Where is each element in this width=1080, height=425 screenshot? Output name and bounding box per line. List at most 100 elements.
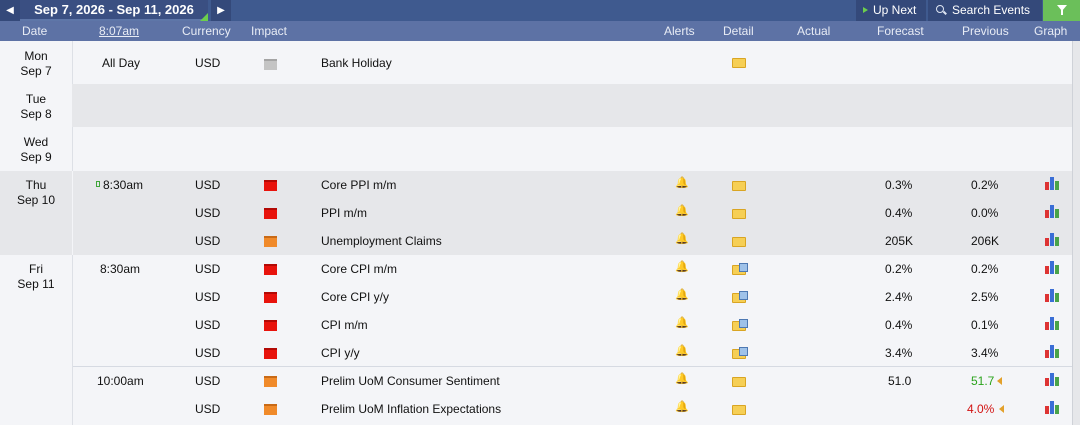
- vertical-scrollbar[interactable]: [1072, 41, 1080, 425]
- folder-icon[interactable]: [732, 405, 746, 415]
- day-row-tue: Tue Sep 8: [0, 84, 1072, 127]
- event-currency: USD: [195, 262, 221, 276]
- bar-chart-icon[interactable]: [1045, 233, 1059, 246]
- calendar-toolbar: ◀ Sep 7, 2026 - Sep 11, 2026 ▶ Up Next S…: [0, 0, 1080, 21]
- bar-chart-icon[interactable]: [1045, 401, 1059, 414]
- event-title[interactable]: Unemployment Claims: [321, 234, 442, 248]
- bar-chart-icon[interactable]: [1045, 317, 1059, 330]
- day-row-fri: Fri Sep 11 8:30am USD Core CPI m/m 🔔 0.2…: [0, 255, 1072, 425]
- bar-chart-icon[interactable]: [1045, 205, 1059, 218]
- revision-arrow-icon: [999, 405, 1004, 413]
- day-date: Sep 11: [17, 277, 55, 291]
- event-forecast: 2.4%: [885, 290, 913, 304]
- day-date: Sep 8: [20, 107, 52, 121]
- folder-document-icon[interactable]: [732, 291, 748, 303]
- event-title[interactable]: Bank Holiday: [321, 56, 392, 70]
- folder-icon[interactable]: [732, 377, 746, 387]
- event-title[interactable]: Core CPI y/y: [321, 290, 389, 304]
- folder-document-icon[interactable]: [732, 319, 748, 331]
- bell-icon[interactable]: 🔔: [675, 344, 689, 357]
- bell-icon[interactable]: 🔔: [675, 232, 689, 245]
- day-date: Sep 9: [20, 150, 52, 164]
- event-currency: USD: [195, 290, 221, 304]
- bar-chart-icon[interactable]: [1045, 261, 1059, 274]
- bell-icon[interactable]: 🔔: [675, 372, 689, 385]
- next-week-button[interactable]: ▶: [211, 0, 231, 21]
- event-title[interactable]: Prelim UoM Inflation Expectations: [321, 402, 501, 416]
- event-title[interactable]: Prelim UoM Consumer Sentiment: [321, 374, 500, 388]
- day-date: Sep 10: [16, 193, 56, 207]
- folder-document-icon[interactable]: [732, 347, 748, 359]
- play-icon: [863, 7, 868, 13]
- event-forecast: 0.2%: [885, 262, 913, 276]
- medium-impact-icon: [264, 236, 277, 247]
- col-graph: Graph: [1034, 24, 1068, 38]
- bar-chart-icon[interactable]: [1045, 345, 1059, 358]
- filter-button[interactable]: [1043, 0, 1080, 21]
- up-next-label: Up Next: [873, 3, 917, 17]
- event-currency: USD: [195, 56, 221, 70]
- folder-document-icon[interactable]: [732, 263, 748, 275]
- bell-icon[interactable]: 🔔: [675, 204, 689, 217]
- col-time-current[interactable]: 8:07am: [99, 21, 139, 41]
- day-of-week: Fri: [29, 262, 43, 276]
- folder-icon[interactable]: [732, 209, 746, 219]
- event-previous: 0.2%: [971, 178, 999, 192]
- event-time: 10:00am: [97, 374, 144, 388]
- bar-chart-icon[interactable]: [1045, 177, 1059, 190]
- event-title[interactable]: Core PPI m/m: [321, 178, 396, 192]
- bar-chart-icon[interactable]: [1045, 289, 1059, 302]
- event-title[interactable]: Core CPI m/m: [321, 262, 397, 276]
- day-label-wed: Wed Sep 9: [0, 135, 72, 165]
- bell-icon[interactable]: 🔔: [675, 176, 689, 189]
- event-title[interactable]: PPI m/m: [321, 206, 367, 220]
- filter-icon-stem: [1061, 10, 1063, 15]
- bell-icon[interactable]: 🔔: [675, 260, 689, 273]
- up-next-button[interactable]: Up Next: [856, 0, 926, 21]
- event-title[interactable]: CPI m/m: [321, 318, 368, 332]
- chevron-left-icon: ◀: [6, 5, 14, 16]
- event-previous: 0.2%: [971, 262, 999, 276]
- col-date: Date: [22, 24, 48, 38]
- folder-icon[interactable]: [732, 237, 746, 247]
- event-forecast: 0.3%: [885, 178, 913, 192]
- date-range-selector[interactable]: Sep 7, 2026 - Sep 11, 2026: [20, 0, 208, 21]
- bell-icon[interactable]: 🔔: [675, 400, 689, 413]
- folder-icon[interactable]: [732, 58, 746, 68]
- high-impact-icon: [264, 180, 277, 191]
- event-currency: USD: [195, 206, 221, 220]
- day-of-week: Wed: [23, 135, 49, 149]
- column-header-row: Date 8:07am Currency Impact Alerts Detai…: [0, 21, 1080, 41]
- event-currency: USD: [195, 402, 221, 416]
- time-group-divider: [73, 366, 1072, 367]
- day-row-wed: Wed Sep 9: [0, 127, 1072, 171]
- event-previous: 0.1%: [971, 318, 999, 332]
- event-previous: 206K: [971, 234, 1000, 248]
- day-of-week: Thu: [25, 178, 47, 192]
- event-currency: USD: [195, 234, 221, 248]
- column-divider: [72, 41, 73, 84]
- col-forecast: Forecast: [877, 24, 924, 38]
- high-impact-icon: [264, 264, 277, 275]
- event-currency: USD: [195, 318, 221, 332]
- event-title[interactable]: CPI y/y: [321, 346, 360, 360]
- day-date: Sep 7: [20, 64, 52, 78]
- bell-icon[interactable]: 🔔: [675, 316, 689, 329]
- col-currency: Currency: [182, 24, 231, 38]
- folder-icon[interactable]: [732, 181, 746, 191]
- event-forecast: 0.4%: [885, 318, 913, 332]
- medium-impact-icon: [264, 376, 277, 387]
- event-currency: USD: [195, 346, 221, 360]
- search-icon-handle: [943, 10, 947, 15]
- holiday-impact-icon: [264, 59, 277, 70]
- event-previous-revised: 51.7: [971, 374, 995, 388]
- column-divider: [72, 171, 73, 255]
- chevron-right-icon: ▶: [217, 5, 225, 16]
- range-corner-marker: [200, 13, 208, 21]
- event-forecast: 51.0: [888, 374, 912, 388]
- prev-week-button[interactable]: ◀: [0, 0, 20, 21]
- search-events-button[interactable]: Search Events: [928, 0, 1042, 21]
- bar-chart-icon[interactable]: [1045, 373, 1059, 386]
- bell-icon[interactable]: 🔔: [675, 288, 689, 301]
- col-alerts: Alerts: [664, 24, 695, 38]
